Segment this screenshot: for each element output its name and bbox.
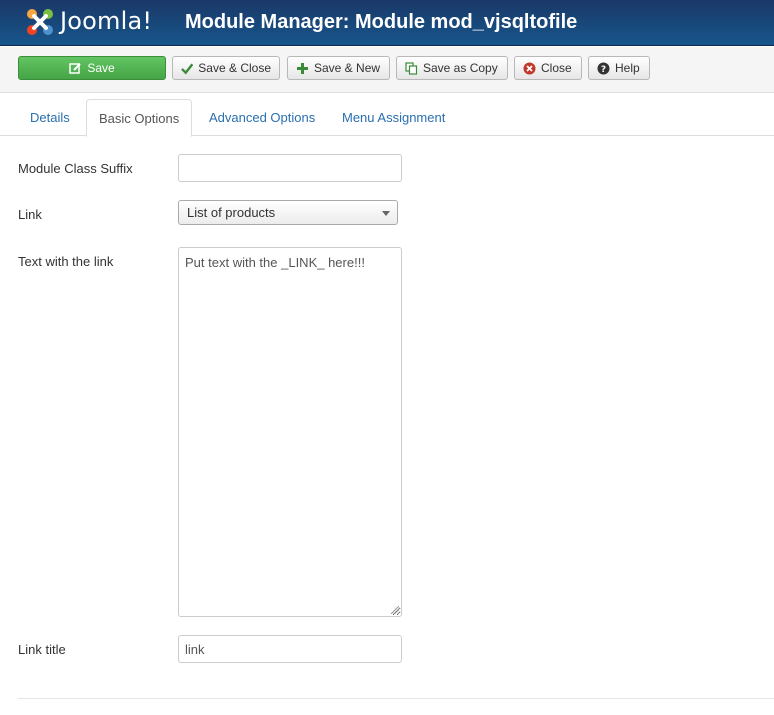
tab-bar: Details Basic Options Advanced Options M…	[0, 99, 774, 137]
save-close-button[interactable]: Save & Close	[172, 56, 280, 80]
edit-icon	[69, 62, 82, 74]
tab-advanced-options[interactable]: Advanced Options	[197, 99, 327, 136]
save-new-button[interactable]: Save & New	[287, 56, 390, 80]
question-circle-icon: ?	[597, 62, 610, 75]
text-with-link-value: Put text with the _LINK_ here!!!	[185, 255, 365, 270]
app-header: Joomla! Module Manager: Module mod_vjsql…	[0, 0, 774, 46]
toolbar: Save Save & Close Save & New Save as Cop…	[0, 47, 774, 93]
chevron-down-icon	[382, 211, 390, 216]
module-class-suffix-label: Module Class Suffix	[18, 161, 133, 176]
tab-menu-assignment[interactable]: Menu Assignment	[330, 99, 457, 136]
save-copy-button[interactable]: Save as Copy	[396, 56, 508, 80]
text-with-link-label: Text with the link	[18, 254, 114, 269]
link-select[interactable]: List of products	[178, 200, 398, 225]
text-with-link-textarea[interactable]: Put text with the _LINK_ here!!!	[178, 247, 402, 617]
tab-basic-options[interactable]: Basic Options	[86, 99, 193, 137]
close-circle-icon	[523, 62, 536, 74]
link-title-input[interactable]	[178, 635, 402, 663]
link-title-label: Link title	[18, 642, 66, 657]
joomla-logo[interactable]: Joomla!	[24, 6, 174, 38]
save-copy-label: Save as Copy	[423, 61, 498, 75]
joomla-logo-icon	[27, 9, 53, 35]
checkmark-icon	[181, 63, 194, 75]
svg-text:?: ?	[601, 65, 606, 75]
help-button[interactable]: ? Help	[588, 56, 650, 80]
link-label: Link	[18, 207, 42, 222]
close-button[interactable]: Close	[514, 56, 582, 80]
resize-handle-icon[interactable]	[391, 606, 399, 614]
copy-icon	[405, 61, 418, 75]
plus-icon	[297, 62, 308, 74]
close-label: Close	[541, 61, 572, 75]
save-button[interactable]: Save	[18, 56, 166, 80]
link-selected-value: List of products	[187, 205, 276, 220]
logo-text: Joomla!	[60, 7, 153, 35]
save-label: Save	[87, 61, 115, 75]
save-close-label: Save & Close	[198, 61, 271, 75]
tab-details[interactable]: Details	[18, 99, 82, 136]
module-class-suffix-input[interactable]	[178, 154, 402, 182]
save-new-label: Save & New	[314, 61, 381, 75]
help-label: Help	[615, 61, 640, 75]
divider	[18, 698, 774, 699]
page-title: Module Manager: Module mod_vjsqltofile	[185, 11, 578, 33]
